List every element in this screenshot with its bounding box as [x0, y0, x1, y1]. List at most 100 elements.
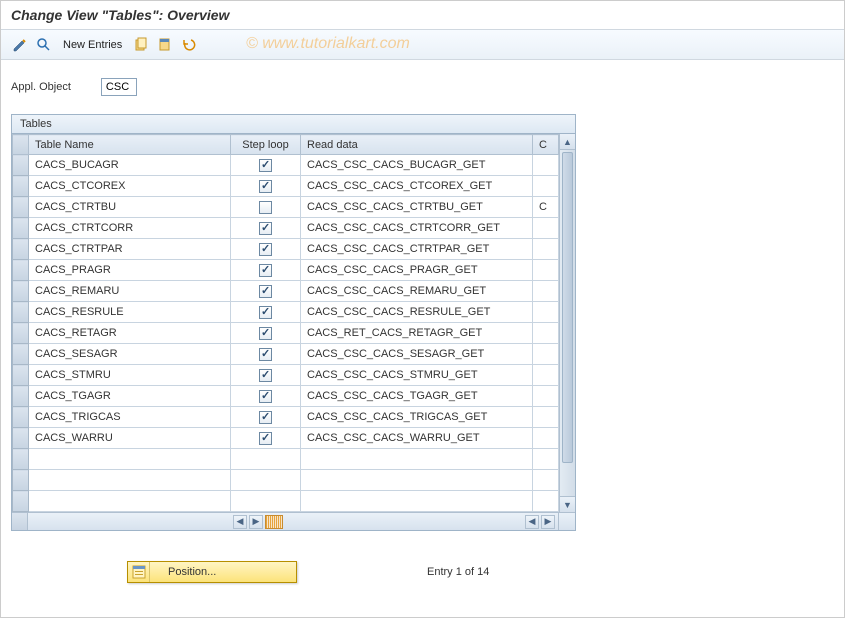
cell-table-name[interactable]: CACS_TGAGR: [29, 386, 231, 407]
checkbox-icon[interactable]: [259, 411, 272, 424]
row-selector[interactable]: [13, 218, 29, 239]
row-selector[interactable]: [13, 386, 29, 407]
cell-step-loop[interactable]: [231, 302, 301, 323]
checkbox-icon[interactable]: [259, 432, 272, 445]
table-row[interactable]: CACS_TGAGRCACS_CSC_CACS_TGAGR_GET: [13, 386, 559, 407]
checkbox-icon[interactable]: [259, 285, 272, 298]
checkbox-icon[interactable]: [259, 390, 272, 403]
scroll-up-icon[interactable]: ▲: [560, 134, 575, 150]
cell-table-name[interactable]: CACS_RETAGR: [29, 323, 231, 344]
scroll-down-icon[interactable]: ▼: [560, 496, 575, 512]
cell-c[interactable]: [533, 176, 559, 197]
position-button[interactable]: Position...: [127, 561, 297, 583]
row-selector[interactable]: [13, 197, 29, 218]
hscroll-left-icon[interactable]: ◀: [233, 515, 247, 529]
cell-table-name[interactable]: CACS_SESAGR: [29, 344, 231, 365]
row-selector[interactable]: [13, 470, 29, 491]
cell-step-loop[interactable]: [231, 260, 301, 281]
cell-c[interactable]: [533, 428, 559, 449]
checkbox-icon[interactable]: [259, 348, 272, 361]
cell-step-loop[interactable]: [231, 239, 301, 260]
row-selector[interactable]: [13, 365, 29, 386]
row-selector[interactable]: [13, 281, 29, 302]
cell-step-loop[interactable]: [231, 386, 301, 407]
cell-c[interactable]: [533, 239, 559, 260]
cell-table-name[interactable]: [29, 470, 231, 491]
table-row[interactable]: CACS_SESAGR CACS_CSC_CACS_SESAGR_GET: [13, 344, 559, 365]
cell-table-name[interactable]: CACS_CTRTBU: [29, 197, 231, 218]
row-selector[interactable]: [13, 260, 29, 281]
table-row[interactable]: [13, 449, 559, 470]
cell-read-data[interactable]: [301, 449, 533, 470]
checkbox-icon[interactable]: [259, 180, 272, 193]
cell-table-name[interactable]: [29, 449, 231, 470]
cell-step-loop[interactable]: [231, 218, 301, 239]
checkbox-icon[interactable]: [259, 222, 272, 235]
cell-step-loop[interactable]: [231, 176, 301, 197]
cell-read-data[interactable]: CACS_CSC_CACS_PRAGR_GET: [301, 260, 533, 281]
cell-c[interactable]: [533, 260, 559, 281]
column-table-name[interactable]: Table Name: [29, 135, 231, 155]
checkbox-icon[interactable]: [259, 159, 272, 172]
row-selector[interactable]: [13, 491, 29, 512]
cell-read-data[interactable]: CACS_RET_CACS_RETAGR_GET: [301, 323, 533, 344]
table-row[interactable]: CACS_RESRULECACS_CSC_CACS_RESRULE_GET: [13, 302, 559, 323]
column-selector[interactable]: [13, 135, 29, 155]
scroll-track[interactable]: [560, 150, 575, 496]
cell-read-data[interactable]: CACS_CSC_CACS_BUCAGR_GET: [301, 155, 533, 176]
cell-table-name[interactable]: CACS_STMRU: [29, 365, 231, 386]
cell-step-loop[interactable]: [231, 449, 301, 470]
cell-step-loop[interactable]: [231, 281, 301, 302]
hscroll-right2-icon[interactable]: ▶: [541, 515, 555, 529]
checkbox-icon[interactable]: [259, 369, 272, 382]
cell-table-name[interactable]: [29, 491, 231, 512]
cell-read-data[interactable]: CACS_CSC_CACS_SESAGR_GET: [301, 344, 533, 365]
cell-read-data[interactable]: CACS_CSC_CACS_REMARU_GET: [301, 281, 533, 302]
cell-read-data[interactable]: CACS_CSC_CACS_CTRTCORR_GET: [301, 218, 533, 239]
cell-c[interactable]: [533, 491, 559, 512]
cell-read-data[interactable]: CACS_CSC_CACS_STMRU_GET: [301, 365, 533, 386]
cell-c[interactable]: [533, 323, 559, 344]
table-row[interactable]: CACS_TRIGCASCACS_CSC_CACS_TRIGCAS_GET: [13, 407, 559, 428]
cell-table-name[interactable]: CACS_PRAGR: [29, 260, 231, 281]
row-selector[interactable]: [13, 428, 29, 449]
cell-c[interactable]: [533, 449, 559, 470]
cell-c[interactable]: [533, 281, 559, 302]
table-row[interactable]: CACS_REMARUCACS_CSC_CACS_REMARU_GET: [13, 281, 559, 302]
cell-c[interactable]: [533, 344, 559, 365]
cell-c[interactable]: C: [533, 197, 559, 218]
find-icon[interactable]: [35, 36, 53, 54]
cell-step-loop[interactable]: [231, 155, 301, 176]
cell-step-loop[interactable]: [231, 407, 301, 428]
checkbox-icon[interactable]: [259, 243, 272, 256]
cell-step-loop[interactable]: [231, 491, 301, 512]
cell-step-loop[interactable]: [231, 365, 301, 386]
cell-c[interactable]: [533, 218, 559, 239]
row-selector[interactable]: [13, 323, 29, 344]
table-row[interactable]: CACS_RETAGR CACS_RET_CACS_RETAGR_GET: [13, 323, 559, 344]
cell-step-loop[interactable]: [231, 470, 301, 491]
row-selector[interactable]: [13, 407, 29, 428]
cell-read-data[interactable]: CACS_CSC_CACS_CTCOREX_GET: [301, 176, 533, 197]
cell-c[interactable]: [533, 155, 559, 176]
column-c[interactable]: C: [533, 135, 559, 155]
table-row[interactable]: [13, 470, 559, 491]
vertical-scrollbar[interactable]: ▲ ▼: [559, 134, 575, 512]
cell-step-loop[interactable]: [231, 428, 301, 449]
cell-c[interactable]: [533, 365, 559, 386]
table-row[interactable]: CACS_STMRU CACS_CSC_CACS_STMRU_GET: [13, 365, 559, 386]
table-row[interactable]: CACS_PRAGR CACS_CSC_CACS_PRAGR_GET: [13, 260, 559, 281]
cell-table-name[interactable]: CACS_CTCOREX: [29, 176, 231, 197]
copy-as-icon[interactable]: [132, 36, 150, 54]
cell-c[interactable]: [533, 302, 559, 323]
column-step-loop[interactable]: Step loop: [231, 135, 301, 155]
table-row[interactable]: CACS_CTRTPARCACS_CSC_CACS_CTRTPAR_GET: [13, 239, 559, 260]
cell-c[interactable]: [533, 386, 559, 407]
column-read-data[interactable]: Read data: [301, 135, 533, 155]
cell-read-data[interactable]: CACS_CSC_CACS_CTRTPAR_GET: [301, 239, 533, 260]
cell-read-data[interactable]: CACS_CSC_CACS_CTRTBU_GET: [301, 197, 533, 218]
table-row[interactable]: [13, 491, 559, 512]
cell-read-data[interactable]: CACS_CSC_CACS_WARRU_GET: [301, 428, 533, 449]
cell-table-name[interactable]: CACS_WARRU: [29, 428, 231, 449]
hscroll-right-icon[interactable]: ▶: [249, 515, 263, 529]
